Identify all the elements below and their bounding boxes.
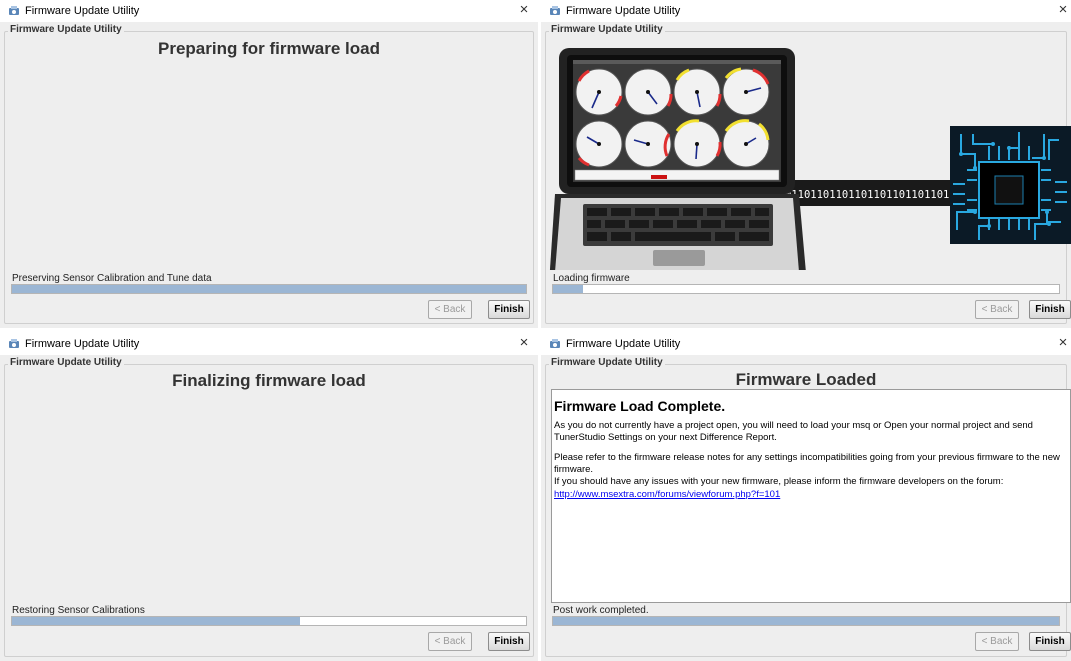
completion-report: Firmware Load Complete. As you do not cu…	[551, 389, 1071, 603]
progress-bar	[552, 616, 1060, 626]
close-icon[interactable]: ×	[1055, 335, 1071, 351]
status-text: Preserving Sensor Calibration and Tune d…	[12, 273, 212, 284]
report-paragraph-2: Please refer to the firmware release not…	[554, 452, 1060, 475]
finish-button[interactable]: Finish	[488, 632, 530, 651]
group-label: Firmware Update Utility	[549, 357, 665, 368]
report-paragraph-1: As you do not currently have a project o…	[554, 420, 1033, 443]
step-headline: Firmware Loaded	[735, 370, 877, 389]
close-icon[interactable]: ×	[516, 2, 532, 18]
progress-bar	[11, 616, 527, 626]
progress-fill	[553, 617, 1059, 625]
wizard-panel: Firmware Update Utility Firmware Loaded …	[541, 355, 1071, 661]
report-paragraph-3: If you should have any issues with your …	[554, 476, 1004, 487]
circuit-chip	[950, 126, 1071, 244]
group-label: Firmware Update Utility	[8, 357, 124, 368]
wizard-panel: Firmware Update Utility Finalizing firmw…	[0, 355, 538, 661]
title-bar[interactable]: Firmware Update Utility ×	[0, 333, 538, 355]
back-button[interactable]: < Back	[975, 632, 1019, 651]
firmware-app-icon	[9, 339, 19, 348]
status-text: Post work completed.	[553, 605, 649, 616]
back-button[interactable]: < Back	[428, 632, 472, 651]
window-preparing: Firmware Update Utility × Firmware Updat…	[0, 0, 538, 328]
finish-button[interactable]: Finish	[1029, 632, 1071, 651]
title-bar[interactable]: Firmware Update Utility ×	[541, 333, 1071, 355]
forum-link[interactable]: http://www.msextra.com/forums/viewforum.…	[554, 489, 780, 500]
step-headline: Finalizing firmware load	[172, 371, 366, 390]
back-button[interactable]: < Back	[975, 300, 1019, 319]
title-bar[interactable]: Firmware Update Utility ×	[541, 0, 1071, 22]
firmware-app-icon	[9, 6, 19, 15]
laptop	[549, 48, 806, 270]
step-headline: Preparing for firmware load	[158, 39, 380, 58]
group-label: Firmware Update Utility	[8, 24, 124, 35]
progress-bar	[552, 284, 1060, 294]
finish-button[interactable]: Finish	[488, 300, 530, 319]
window-title: Firmware Update Utility	[566, 5, 681, 17]
report-title: Firmware Load Complete.	[554, 398, 726, 414]
firmware-app-icon	[550, 339, 560, 348]
firmware-app-icon	[550, 6, 560, 15]
window-finalizing: Firmware Update Utility × Firmware Updat…	[0, 333, 538, 661]
status-text: Restoring Sensor Calibrations	[12, 605, 145, 616]
wizard-panel: Firmware Update Utility Preparing for fi…	[0, 22, 538, 328]
progress-bar	[11, 284, 527, 294]
binary-stream: 01101101101101101101101101101	[781, 180, 968, 206]
window-loaded: Firmware Update Utility × Firmware Updat…	[541, 333, 1071, 661]
window-title: Firmware Update Utility	[566, 338, 681, 350]
close-icon[interactable]: ×	[1055, 2, 1071, 18]
title-bar[interactable]: Firmware Update Utility ×	[0, 0, 538, 22]
window-title: Firmware Update Utility	[25, 5, 140, 17]
progress-fill	[12, 617, 300, 625]
progress-fill	[12, 285, 526, 293]
window-loading: Firmware Update Utility × Firmware Updat…	[541, 0, 1071, 328]
wizard-panel: Firmware Update Utility 0110110110110110…	[541, 22, 1071, 328]
back-button[interactable]: < Back	[428, 300, 472, 319]
firmware-load-illustration: 01101101101101101101101101101	[549, 48, 1071, 270]
window-title: Firmware Update Utility	[25, 338, 140, 350]
status-text: Loading firmware	[553, 273, 630, 284]
close-icon[interactable]: ×	[516, 335, 532, 351]
finish-button[interactable]: Finish	[1029, 300, 1071, 319]
progress-fill	[553, 285, 584, 293]
binary-text: 01101101101101101101101101101	[785, 189, 968, 201]
